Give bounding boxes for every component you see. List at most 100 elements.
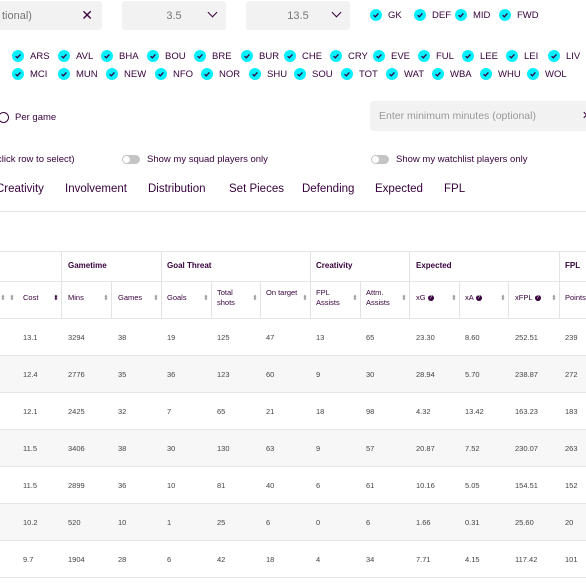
team-checkbox-bur[interactable]: BUR <box>241 50 279 62</box>
team-checkbox-tot[interactable]: TOT <box>341 68 378 80</box>
column-header[interactable]: Total shots <box>217 288 251 308</box>
column-header[interactable]: xA? <box>465 293 499 303</box>
column-header[interactable]: FPL Assists <box>316 288 350 308</box>
info-icon[interactable]: ? <box>475 295 482 302</box>
toggle-switch[interactable] <box>122 155 140 164</box>
tab-involvement[interactable]: Involvement <box>65 183 127 195</box>
team-checkbox-che[interactable]: CHE <box>284 50 322 62</box>
team-checkbox-liv-label: LIV <box>566 50 581 62</box>
team-checkbox-nfo[interactable]: NFO <box>155 68 193 80</box>
sort-icon[interactable]: ⬍ <box>153 294 159 302</box>
team-checkbox-avl[interactable]: AVL <box>58 50 93 62</box>
team-checkbox-eve[interactable]: EVE <box>373 50 410 62</box>
table-cell: 6 <box>316 481 321 490</box>
team-checkbox-cry-label: CRY <box>348 50 368 62</box>
table-cell: 272 <box>565 370 578 379</box>
team-checkbox-ars[interactable]: ARS <box>12 50 50 62</box>
min-minutes-input[interactable]: Enter minimum minutes (optional) ✕ <box>370 101 586 131</box>
column-header-label: Total shots <box>217 288 235 307</box>
clear-icon[interactable]: ✕ <box>582 109 586 122</box>
column-header[interactable]: xFPL? <box>515 293 549 303</box>
team-checkbox-ful[interactable]: FUL <box>418 50 454 62</box>
column-header-label: Cost <box>23 293 39 302</box>
team-checkbox-bre[interactable]: BRE <box>194 50 232 62</box>
table-row[interactable]: 9.7 1904 28 6 42 18 4 34 7.71 4.15 117.42 101 <box>0 541 586 577</box>
tab-distribution[interactable]: Distribution <box>148 183 206 195</box>
column-header[interactable]: On target <box>266 288 300 298</box>
squad-toggle[interactable]: Show my squad players only <box>122 154 268 165</box>
column-header[interactable]: Cost <box>23 293 57 303</box>
team-checkbox-liv[interactable]: LIV <box>548 50 580 62</box>
info-icon[interactable]: ? <box>427 295 434 302</box>
team-checkbox-nor[interactable]: NOR <box>201 68 240 80</box>
sort-icon[interactable]: ⬍ <box>451 294 457 302</box>
team-checkbox-wba[interactable]: WBA <box>432 68 472 80</box>
sort-icon[interactable]: ⬍ <box>401 294 407 302</box>
clear-icon[interactable]: ✕ <box>81 7 93 24</box>
team-checkbox-whu[interactable]: WHU <box>480 68 521 80</box>
sort-icon[interactable]: ⬍ <box>9 294 15 302</box>
team-checkbox-new[interactable]: NEW <box>106 68 146 80</box>
table-row[interactable]: 13.1 3294 38 19 125 47 13 65 23.30 8.60 252.51 239 <box>0 319 586 355</box>
team-checkbox-mci[interactable]: MCI <box>12 68 47 80</box>
sort-icon[interactable]: ⬍ <box>203 294 209 302</box>
sort-icon[interactable]: ⬍ <box>252 294 258 302</box>
tab-expected[interactable]: Expected <box>375 183 423 195</box>
tab-creativity[interactable]: Creativity <box>0 183 44 195</box>
info-icon[interactable]: ? <box>534 295 541 302</box>
team-checkbox-sou[interactable]: SOU <box>294 68 333 80</box>
sort-icon[interactable]: ⬍ <box>352 294 358 302</box>
max-value-select[interactable]: 13.5 <box>246 1 350 30</box>
position-checkbox-mid[interactable]: MID <box>455 9 490 21</box>
table-cell: 117.42 <box>515 555 538 564</box>
tab-set-pieces[interactable]: Set Pieces <box>229 183 284 195</box>
table-cell: 10 <box>118 518 127 527</box>
checkbox-checked-icon <box>147 50 159 62</box>
column-header[interactable]: xG? <box>416 293 450 303</box>
column-header[interactable]: Games <box>118 293 152 303</box>
column-header[interactable]: Goals <box>167 293 201 303</box>
checkbox-checked-icon <box>414 9 426 21</box>
watchlist-toggle[interactable]: Show my watchlist players only <box>371 154 527 165</box>
toggle-switch[interactable] <box>371 155 389 164</box>
team-checkbox-shu[interactable]: SHU <box>249 68 287 80</box>
per-game-option[interactable]: Per game <box>0 112 56 123</box>
checkbox-checked-icon <box>294 68 306 80</box>
column-header-label: Mins <box>68 293 84 302</box>
column-header-label: On target <box>266 288 298 297</box>
team-checkbox-lei[interactable]: LEI <box>506 50 538 62</box>
table-row[interactable]: 10.2 520 10 1 25 6 0 6 1.66 0.31 25.60 20 <box>0 504 586 540</box>
checkbox-checked-icon <box>386 68 398 80</box>
sort-icon[interactable]: ⬍ <box>551 294 557 302</box>
sort-icon[interactable]: ⬍ <box>302 294 308 302</box>
table-cell: 21 <box>266 407 275 416</box>
min-value-select[interactable]: 3.5 <box>122 1 226 30</box>
column-header[interactable]: Mins <box>68 293 102 303</box>
table-row[interactable]: 12.4 2776 35 36 123 60 9 30 28.94 5.70 238.87 272 <box>0 356 586 392</box>
tab-defending[interactable]: Defending <box>302 183 354 195</box>
sort-icon[interactable]: ⬍ <box>500 294 506 302</box>
min-value: 3.5 <box>166 9 182 22</box>
table-row[interactable]: 11.5 2899 36 10 81 40 6 61 10.16 5.05 154.51 152 <box>0 467 586 503</box>
column-header[interactable]: Points <box>565 293 586 303</box>
position-checkbox-fwd[interactable]: FWD <box>499 9 539 21</box>
team-checkbox-wol[interactable]: WOL <box>527 68 567 80</box>
sort-icon[interactable]: ⬍ <box>0 294 6 302</box>
team-checkbox-cry[interactable]: CRY <box>330 50 368 62</box>
search-input[interactable]: tional) ✕ <box>0 1 102 30</box>
column-header[interactable]: Attm. Assists <box>366 288 400 308</box>
team-checkbox-bou[interactable]: BOU <box>147 50 186 62</box>
team-checkbox-mun[interactable]: MUN <box>58 68 98 80</box>
position-checkbox-gk[interactable]: GK <box>370 9 402 21</box>
table-row[interactable]: 12.1 2425 32 7 65 21 18 98 4.32 13.42 163.23 183 <box>0 393 586 429</box>
table-row[interactable]: 11.5 3406 38 30 130 63 9 57 20.87 7.52 230.07 263 <box>0 430 586 466</box>
sort-icon[interactable]: ⬍ <box>53 294 59 302</box>
position-checkbox-def[interactable]: DEF <box>414 9 451 21</box>
team-checkbox-lee[interactable]: LEE <box>462 50 498 62</box>
table-cell: 1.66 <box>416 518 431 527</box>
sort-icon[interactable]: ⬍ <box>103 294 109 302</box>
team-checkbox-wat[interactable]: WAT <box>386 68 424 80</box>
position-checkbox-fwd-label: FWD <box>517 9 539 21</box>
team-checkbox-bha[interactable]: BHA <box>101 50 139 62</box>
tab-fpl[interactable]: FPL <box>444 183 465 195</box>
